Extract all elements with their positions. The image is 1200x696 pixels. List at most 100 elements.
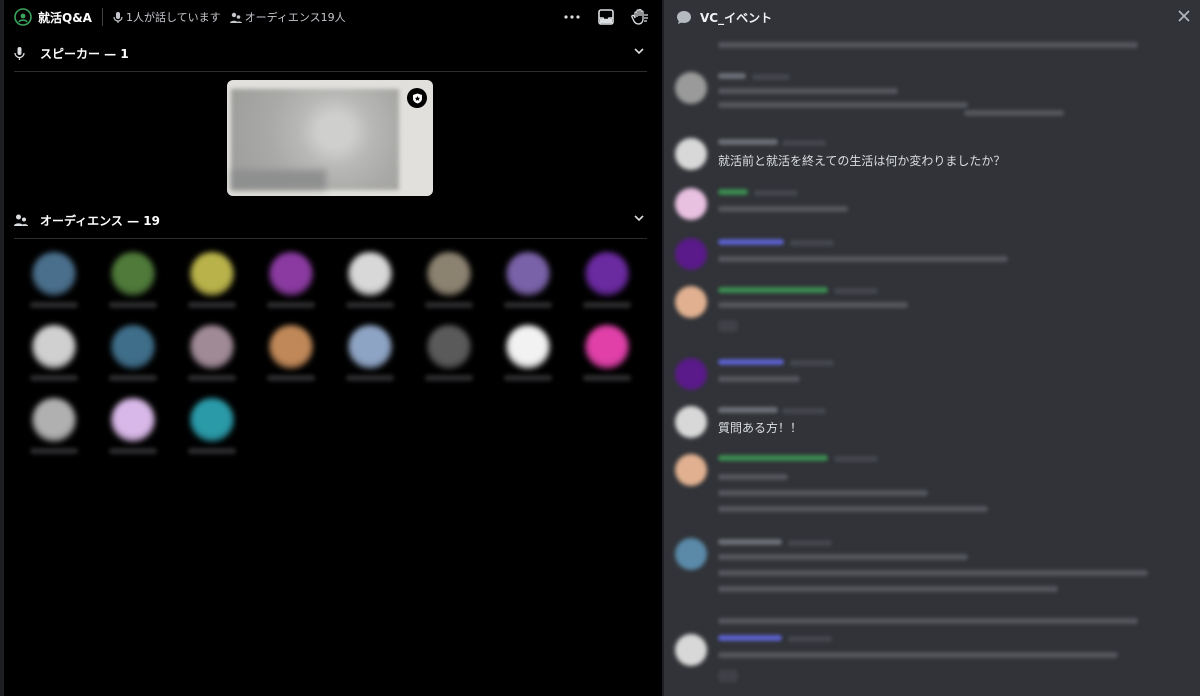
avatar[interactable]	[675, 358, 707, 390]
audience-member[interactable]	[488, 250, 568, 320]
avatar	[269, 325, 313, 369]
more-icon[interactable]	[562, 7, 582, 27]
audience-member[interactable]	[330, 323, 410, 393]
avatar	[427, 325, 471, 369]
avatar	[348, 325, 392, 369]
header-actions	[562, 7, 650, 27]
audience-member[interactable]	[172, 323, 252, 393]
avatar[interactable]	[675, 72, 707, 104]
audience-member-name	[425, 302, 473, 308]
audience-status: オーディエンス19人	[229, 9, 346, 25]
avatar	[32, 398, 76, 442]
avatar	[190, 398, 234, 442]
chat-channel-name: VC_イベント	[700, 10, 773, 25]
avatar	[111, 398, 155, 442]
speaker-video	[231, 89, 399, 190]
audience-member-name	[346, 375, 394, 381]
mic-icon	[113, 11, 123, 23]
audience-member-name	[583, 302, 631, 308]
avatar	[111, 325, 155, 369]
audience-member[interactable]	[409, 250, 489, 320]
chat-bubble-icon	[676, 10, 692, 25]
audience-member-name	[346, 302, 394, 308]
avatar	[506, 252, 550, 296]
speaking-status-text: 1人が話しています	[125, 11, 221, 24]
audience-member-name	[109, 375, 157, 381]
speakers-section-header[interactable]: スピーカー — 1	[14, 35, 647, 72]
speakers-section-label: スピーカー — 1	[40, 46, 129, 61]
avatar	[190, 252, 234, 296]
avatar	[269, 252, 313, 296]
avatar	[190, 325, 234, 369]
audience-section-label: オーディエンス — 19	[40, 213, 160, 228]
stage-icon	[14, 8, 32, 26]
avatar	[32, 252, 76, 296]
chevron-down-icon[interactable]	[633, 212, 645, 227]
audience-icon	[14, 214, 30, 226]
shield-icon	[407, 88, 427, 108]
mic-icon	[14, 46, 30, 60]
close-icon[interactable]	[1176, 8, 1192, 24]
avatar[interactable]	[675, 188, 707, 220]
audience-member-name	[30, 302, 78, 308]
audience-member[interactable]	[14, 396, 94, 466]
avatar	[111, 252, 155, 296]
inbox-icon[interactable]	[596, 7, 616, 27]
audience-member-name	[30, 448, 78, 454]
speaking-status: 1人が話しています	[113, 9, 221, 25]
audience-member-name	[188, 448, 236, 454]
audience-member[interactable]	[409, 323, 489, 393]
avatar[interactable]	[675, 454, 707, 486]
audience-member[interactable]	[14, 250, 94, 320]
raise-hand-icon[interactable]	[630, 7, 650, 27]
audience-member-name	[504, 375, 552, 381]
avatar	[506, 325, 550, 369]
header-divider	[101, 8, 103, 26]
audience-member-name	[267, 302, 315, 308]
audience-member[interactable]	[172, 250, 252, 320]
audience-member[interactable]	[251, 250, 331, 320]
avatar	[32, 325, 76, 369]
avatar	[348, 252, 392, 296]
stage-title: 就活Q&A	[38, 10, 92, 25]
audience-member-name	[109, 448, 157, 454]
audience-status-text: オーディエンス19人	[244, 11, 346, 24]
audience-member-name	[583, 375, 631, 381]
audience-member-name	[30, 375, 78, 381]
avatar[interactable]	[675, 238, 707, 270]
audience-member[interactable]	[93, 396, 173, 466]
avatar[interactable]	[675, 138, 707, 170]
audience-member[interactable]	[488, 323, 568, 393]
audience-member[interactable]	[172, 396, 252, 466]
chevron-down-icon[interactable]	[633, 45, 645, 60]
audience-member-name	[188, 302, 236, 308]
audience-member-name	[425, 375, 473, 381]
audience-member[interactable]	[567, 250, 647, 320]
audience-member[interactable]	[330, 250, 410, 320]
avatar[interactable]	[675, 406, 707, 438]
audience-member-name	[188, 375, 236, 381]
avatar	[585, 252, 629, 296]
chat-panel: VC_イベント 就活前と就活を終えての生活は何か変わりましたか？ 質問ある方！！	[664, 0, 1200, 696]
avatar	[427, 252, 471, 296]
avatar[interactable]	[675, 286, 707, 318]
avatar	[585, 325, 629, 369]
audience-member[interactable]	[93, 250, 173, 320]
audience-member-name	[109, 302, 157, 308]
chat-message-text: 就活前と就活を終えての生活は何か変わりましたか？	[718, 154, 1006, 168]
stage-panel: 就活Q&A 1人が話しています オーディエンス19人 スピーカー — 1 オーデ…	[0, 0, 662, 696]
chat-message-text: 質問ある方！！	[718, 421, 803, 435]
chat-header: VC_イベント	[664, 0, 1200, 34]
audience-member-name	[267, 375, 315, 381]
audience-member-name	[504, 302, 552, 308]
speaker-video-tile[interactable]	[227, 80, 433, 196]
window-edge	[0, 0, 4, 696]
avatar[interactable]	[675, 538, 707, 570]
audience-icon	[229, 12, 242, 23]
audience-member[interactable]	[93, 323, 173, 393]
audience-member[interactable]	[567, 323, 647, 393]
audience-member[interactable]	[14, 323, 94, 393]
audience-section-header[interactable]: オーディエンス — 19	[14, 202, 647, 239]
audience-member[interactable]	[251, 323, 331, 393]
avatar[interactable]	[675, 634, 707, 666]
